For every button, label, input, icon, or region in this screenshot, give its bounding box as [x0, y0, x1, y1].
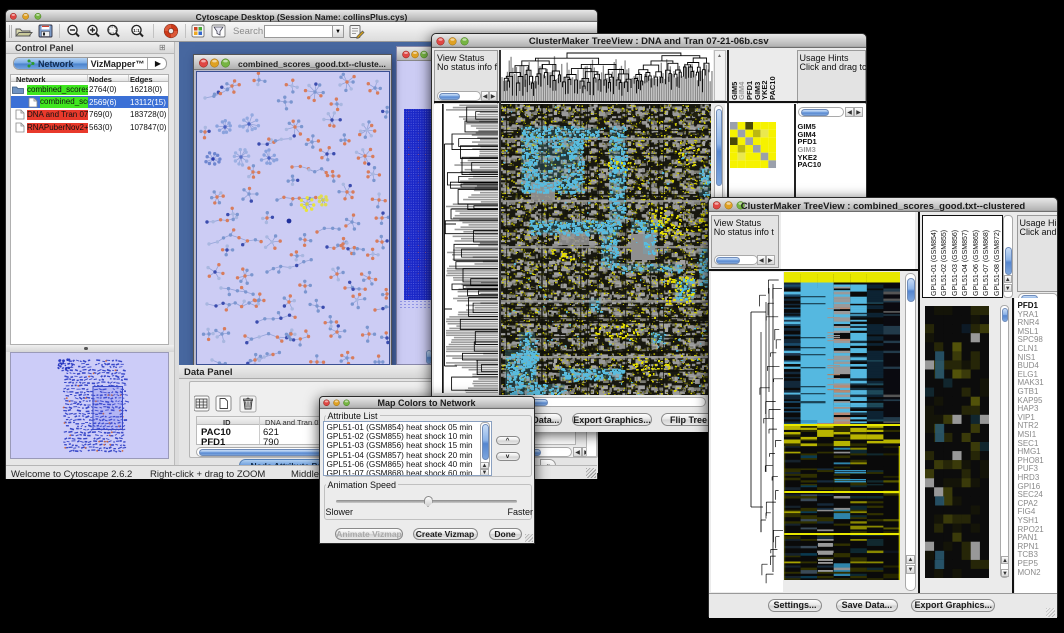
svg-text:1:1: 1:1 [133, 28, 140, 33]
